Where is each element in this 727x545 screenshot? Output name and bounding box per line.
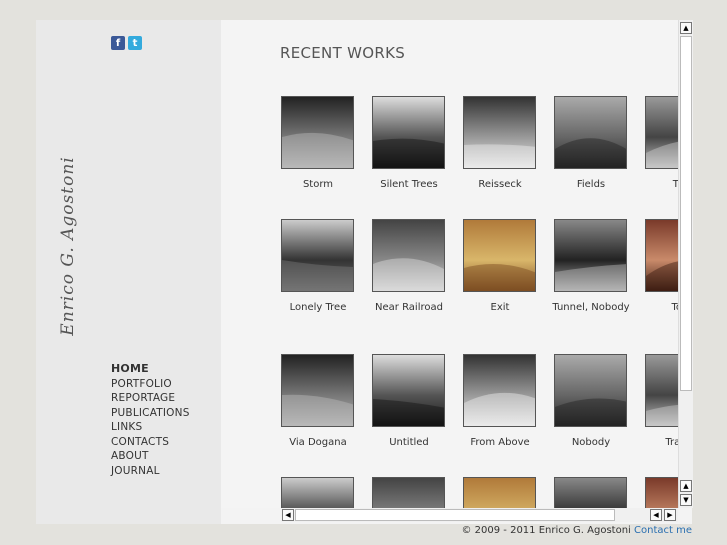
work-thumbnail[interactable] — [463, 354, 536, 427]
vertical-scrollbar[interactable]: ▲ ▲ ▼ — [678, 20, 693, 508]
work-title[interactable]: Untitled — [359, 436, 459, 450]
work-title[interactable]: Storm — [268, 178, 368, 192]
work-thumbnail[interactable] — [463, 219, 536, 292]
twitter-icon[interactable]: t — [128, 36, 142, 50]
nav-about[interactable]: ABOUT — [111, 449, 190, 464]
recent-works-panel: RECENT WORKS Storm Silent Trees Reisseck Fi… — [221, 20, 678, 508]
work-thumbnail[interactable] — [554, 219, 627, 292]
work-thumbnail[interactable] — [554, 96, 627, 169]
scroll-up-arrow-icon[interactable]: ▲ — [680, 480, 692, 492]
nav-reportage[interactable]: REPORTAGE — [111, 391, 190, 406]
nav-home[interactable]: HOME — [111, 362, 190, 377]
work-thumbnail[interactable] — [645, 96, 678, 169]
section-title: RECENT WORKS — [280, 44, 406, 62]
contact-link[interactable]: Contact me — [634, 525, 692, 536]
work-thumbnail[interactable] — [281, 96, 354, 169]
work-title[interactable]: The — [632, 178, 678, 192]
work-thumbnail[interactable] — [554, 354, 627, 427]
work-title[interactable]: Reisseck — [450, 178, 550, 192]
work-title[interactable]: Tunnel, Nobody — [541, 301, 641, 315]
work-thumbnail[interactable] — [372, 354, 445, 427]
work-title[interactable]: Tour — [632, 301, 679, 315]
work-title[interactable]: Lonely Tree — [268, 301, 368, 315]
work-thumbnail[interactable] — [372, 219, 445, 292]
work-thumbnail[interactable] — [372, 477, 445, 508]
work-thumbnail[interactable] — [281, 354, 354, 427]
work-thumbnail[interactable] — [372, 96, 445, 169]
work-thumbnail[interactable] — [645, 219, 678, 292]
copyright-text: © 2009 - 2011 Enrico G. Agostoni — [461, 525, 631, 536]
work-thumbnail[interactable] — [463, 96, 536, 169]
work-title[interactable]: Fields — [541, 178, 641, 192]
work-thumbnail[interactable] — [463, 477, 536, 508]
facebook-icon[interactable]: f — [111, 36, 125, 50]
horizontal-scroll-thumb[interactable] — [295, 509, 615, 521]
main-nav: HOME PORTFOLIO REPORTAGE PUBLICATIONS LI… — [111, 362, 190, 478]
work-thumbnail[interactable] — [554, 477, 627, 508]
work-title[interactable]: Exit — [450, 301, 550, 315]
nav-publications[interactable]: PUBLICATIONS — [111, 406, 190, 421]
nav-portfolio[interactable]: PORTFOLIO — [111, 377, 190, 392]
work-title[interactable]: From Above — [450, 436, 550, 450]
scroll-left-arrow-icon[interactable]: ◀ — [650, 509, 662, 521]
work-title[interactable]: Via Dogana — [268, 436, 368, 450]
scroll-right-arrow-icon[interactable]: ▶ — [664, 509, 676, 521]
work-thumbnail[interactable] — [281, 219, 354, 292]
nav-links[interactable]: LINKS — [111, 420, 190, 435]
nav-journal[interactable]: JOURNAL — [111, 464, 190, 479]
footer: © 2009 - 2011 Enrico G. Agostoni Contact… — [461, 525, 692, 536]
work-title[interactable]: Train a — [632, 436, 678, 450]
nav-contacts[interactable]: CONTACTS — [111, 435, 190, 450]
scroll-up-arrow-icon[interactable]: ▲ — [680, 22, 692, 34]
scroll-left-arrow-icon[interactable]: ◀ — [282, 509, 294, 521]
horizontal-scrollbar[interactable]: ◀ ◀ ▶ — [281, 508, 678, 522]
work-thumbnail[interactable] — [281, 477, 354, 508]
vertical-scroll-thumb[interactable] — [680, 36, 692, 391]
work-title[interactable]: Silent Trees — [359, 178, 459, 192]
work-title[interactable]: Nobody — [541, 436, 641, 450]
scroll-down-arrow-icon[interactable]: ▼ — [680, 494, 692, 506]
work-title[interactable]: Near Railroad — [359, 301, 459, 315]
work-thumbnail[interactable] — [645, 354, 678, 427]
work-thumbnail[interactable] — [645, 477, 678, 508]
